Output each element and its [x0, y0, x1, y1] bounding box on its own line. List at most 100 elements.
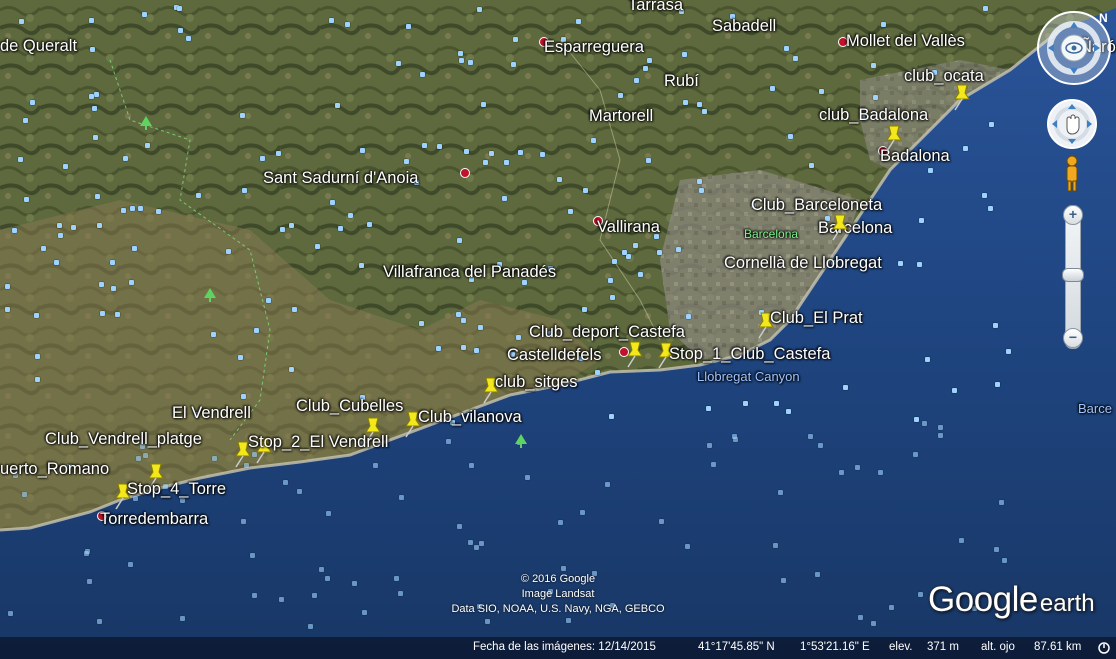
info-marker-dot[interactable]: [92, 106, 97, 111]
info-marker-dot[interactable]: [839, 470, 844, 475]
info-marker-dot[interactable]: [24, 197, 29, 202]
info-marker-dot[interactable]: [404, 159, 409, 164]
info-marker-dot[interactable]: [683, 100, 688, 105]
placemark-club-vilanova[interactable]: Club_vilanova: [418, 409, 522, 426]
info-marker-dot[interactable]: [35, 377, 40, 382]
info-marker-dot[interactable]: [177, 6, 182, 11]
info-marker-dot[interactable]: [643, 66, 648, 71]
info-marker-dot[interactable]: [469, 463, 474, 468]
info-marker-dot[interactable]: [326, 511, 331, 516]
info-marker-dot[interactable]: [459, 58, 464, 63]
info-marker-dot[interactable]: [420, 72, 425, 77]
info-marker-dot[interactable]: [329, 18, 334, 23]
info-marker-dot[interactable]: [610, 295, 615, 300]
info-marker-dot[interactable]: [489, 151, 494, 156]
info-marker-dot[interactable]: [525, 475, 530, 480]
info-marker-dot[interactable]: [711, 462, 716, 467]
info-marker-dot[interactable]: [458, 51, 463, 56]
info-marker-dot[interactable]: [634, 78, 639, 83]
info-marker-dot[interactable]: [881, 22, 886, 27]
info-marker-dot[interactable]: [682, 52, 687, 57]
info-marker-dot[interactable]: [242, 188, 247, 193]
info-marker-dot[interactable]: [348, 213, 353, 218]
info-marker-dot[interactable]: [35, 354, 40, 359]
info-marker-dot[interactable]: [345, 22, 350, 27]
info-marker-dot[interactable]: [925, 357, 930, 362]
info-marker-dot[interactable]: [12, 228, 17, 233]
placemark-club-badalona[interactable]: club_Badalona: [819, 107, 928, 124]
info-marker-dot[interactable]: [982, 193, 987, 198]
info-marker-dot[interactable]: [89, 94, 94, 99]
info-marker-dot[interactable]: [516, 335, 521, 340]
info-marker-dot[interactable]: [335, 103, 340, 108]
placemark-club-cubelles[interactable]: Club_Cubelles: [296, 398, 403, 415]
info-marker-dot[interactable]: [145, 143, 150, 148]
info-marker-dot[interactable]: [312, 593, 317, 598]
info-marker-dot[interactable]: [778, 490, 783, 495]
info-marker-dot[interactable]: [566, 618, 571, 623]
info-marker-dot[interactable]: [457, 238, 462, 243]
info-marker-dot[interactable]: [87, 579, 92, 584]
info-marker-dot[interactable]: [1002, 558, 1007, 563]
info-marker-dot[interactable]: [474, 545, 479, 550]
placemark-stop-2-el-vendrell[interactable]: Stop_2_El Vendrell: [248, 434, 388, 451]
info-marker-dot[interactable]: [647, 58, 652, 63]
info-marker-dot[interactable]: [252, 593, 257, 598]
info-marker-dot[interactable]: [707, 443, 712, 448]
info-marker-dot[interactable]: [136, 456, 141, 461]
info-marker-dot[interactable]: [626, 254, 631, 259]
info-marker-dot[interactable]: [41, 246, 46, 251]
city-marker-sant-sadurni[interactable]: [460, 168, 470, 178]
info-marker-dot[interactable]: [922, 421, 927, 426]
info-marker-dot[interactable]: [93, 135, 98, 140]
placemark-club-ocata[interactable]: club_ocata: [904, 68, 984, 85]
info-marker-dot[interactable]: [504, 160, 509, 165]
placemark-club-deport-castefa[interactable]: Club_deport_Castefa: [529, 324, 685, 341]
info-marker-dot[interactable]: [196, 193, 201, 198]
info-marker-dot[interactable]: [963, 146, 968, 151]
info-marker-dot[interactable]: [1006, 349, 1011, 354]
info-marker-dot[interactable]: [928, 168, 933, 173]
pushpin-icon[interactable]: [883, 124, 905, 152]
info-marker-dot[interactable]: [121, 208, 126, 213]
info-marker-dot[interactable]: [818, 443, 823, 448]
info-marker-dot[interactable]: [5, 307, 10, 312]
info-marker-dot[interactable]: [132, 246, 137, 251]
info-marker-dot[interactable]: [479, 541, 484, 546]
info-marker-dot[interactable]: [178, 28, 183, 33]
info-marker-dot[interactable]: [788, 134, 793, 139]
info-marker-dot[interactable]: [22, 492, 27, 497]
info-marker-dot[interactable]: [989, 122, 994, 127]
info-marker-dot[interactable]: [518, 150, 523, 155]
look-around-control[interactable]: N: [1036, 10, 1112, 86]
info-marker-dot[interactable]: [437, 144, 442, 149]
info-marker-dot[interactable]: [732, 434, 737, 439]
info-marker-dot[interactable]: [815, 572, 820, 577]
placemark-club-vendrell-platge[interactable]: Club_Vendrell_platge: [45, 431, 202, 448]
info-marker-dot[interactable]: [659, 519, 664, 524]
placemark-stop-1-club-castefa[interactable]: Stop_1_Club_Castefa: [669, 346, 830, 363]
info-marker-dot[interactable]: [30, 100, 35, 105]
info-marker-dot[interactable]: [938, 433, 943, 438]
info-marker-dot[interactable]: [123, 156, 128, 161]
info-marker-dot[interactable]: [773, 543, 778, 548]
info-marker-dot[interactable]: [873, 95, 878, 100]
info-marker-dot[interactable]: [952, 388, 957, 393]
info-marker-dot[interactable]: [770, 86, 775, 91]
info-marker-dot[interactable]: [843, 385, 848, 390]
info-marker-dot[interactable]: [315, 244, 320, 249]
info-marker-dot[interactable]: [878, 470, 883, 475]
info-marker-dot[interactable]: [422, 143, 427, 148]
info-marker-dot[interactable]: [266, 298, 271, 303]
info-marker-dot[interactable]: [478, 325, 483, 330]
info-marker-dot[interactable]: [612, 259, 617, 264]
info-marker-dot[interactable]: [90, 47, 95, 52]
info-marker-dot[interactable]: [468, 60, 473, 65]
info-marker-dot[interactable]: [241, 519, 246, 524]
info-marker-dot[interactable]: [308, 624, 313, 629]
info-marker-dot[interactable]: [483, 160, 488, 165]
info-marker-dot[interactable]: [999, 500, 1004, 505]
info-marker-dot[interactable]: [338, 226, 343, 231]
info-marker-dot[interactable]: [367, 222, 372, 227]
info-marker-dot[interactable]: [63, 164, 68, 169]
